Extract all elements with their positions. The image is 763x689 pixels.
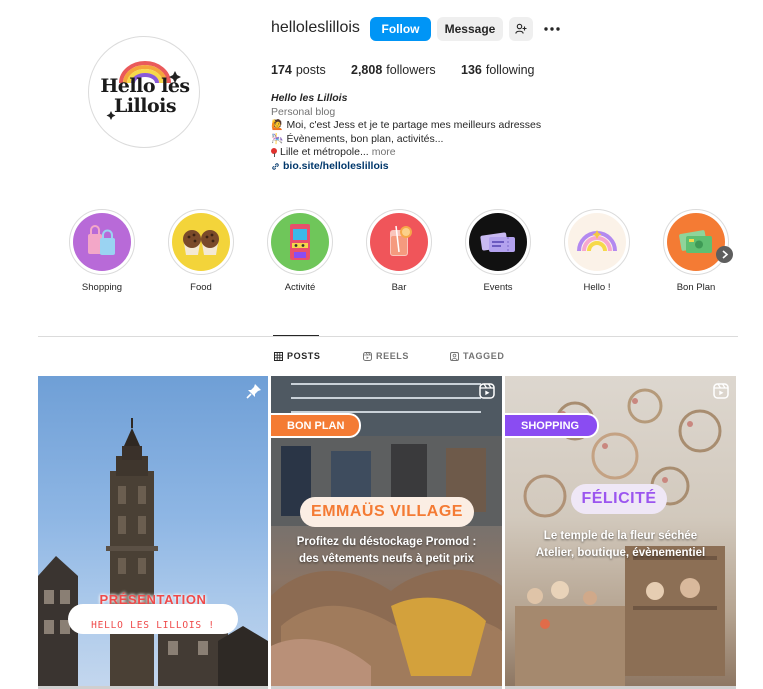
highlight-label: Shopping xyxy=(81,282,123,293)
tagged-icon xyxy=(450,351,459,361)
profile-category: Personal blog xyxy=(271,105,336,118)
reel-icon xyxy=(713,383,729,399)
presentation-card: HELLO LES LILLOIS ! xyxy=(68,604,238,634)
logo-text: Hello les Lillois xyxy=(89,75,199,117)
highlight-events[interactable]: Events xyxy=(463,209,533,293)
cocktail-icon xyxy=(370,213,428,271)
profile-username: helloleslillois xyxy=(271,19,360,36)
follow-button[interactable]: Follow xyxy=(370,17,431,41)
shopping-tag: SHOPPING xyxy=(505,413,599,438)
following-stat[interactable]: 136 following xyxy=(461,63,535,77)
tab-posts-label: POSTS xyxy=(287,351,321,361)
emmaus-caption: Profitez du déstockage Promod : des vête… xyxy=(271,534,502,568)
pinned-icon xyxy=(246,384,261,399)
highlight-label: Bon Plan xyxy=(676,282,716,293)
bio-line-3-text: Lille et métropole... xyxy=(280,146,369,158)
profile-bio: Hello les Lillois Personal blog 🙋 Moi, c… xyxy=(271,92,571,173)
tickets-icon xyxy=(469,213,527,271)
carousel-emoji-icon: 🎠 xyxy=(271,133,284,145)
grid-icon xyxy=(274,351,283,361)
bio-line-1: 🙋 Moi, c'est Jess et je te partage mes m… xyxy=(271,119,571,133)
logo-line-1: Hello les xyxy=(100,75,190,97)
bio-more-link[interactable]: more xyxy=(372,146,396,160)
posts-count: 174 xyxy=(271,63,292,77)
chevron-right-icon xyxy=(721,250,728,259)
profile-avatar[interactable]: Hello les Lillois xyxy=(88,36,200,148)
logo-line-2: Lillois xyxy=(113,95,177,117)
highlights-next-button[interactable] xyxy=(716,246,733,263)
highlight-label: Activité xyxy=(284,282,316,293)
presentation-subtitle: HELLO LES LILLOIS ! xyxy=(91,619,215,631)
highlight-food[interactable]: Food xyxy=(166,209,236,293)
felicite-caption-line-2: Atelier, boutique, évènementiel xyxy=(535,547,706,559)
tabs-divider xyxy=(38,336,738,337)
felicite-caption: Le temple de la fleur séchée Atelier, bo… xyxy=(505,528,736,562)
presentation-title: PRÉSENTATION xyxy=(99,592,207,607)
active-tab-indicator xyxy=(273,335,319,336)
followers-stat[interactable]: 2,808 followers xyxy=(351,63,436,77)
highlight-label: Events xyxy=(483,282,513,293)
highlight-activite[interactable]: Activité xyxy=(265,209,335,293)
bio-line-1-text: Moi, c'est Jess et je te partage mes mei… xyxy=(286,119,542,131)
add-user-icon xyxy=(515,23,527,34)
more-options-icon[interactable] xyxy=(543,23,561,35)
bio-line-2-text: Évènements, bon plan, activités... xyxy=(286,132,444,145)
following-label: following xyxy=(485,63,535,77)
suggest-user-button[interactable] xyxy=(509,17,533,41)
link-icon xyxy=(272,163,279,170)
highlight-label: Hello ! xyxy=(583,282,611,293)
rainbow-icon xyxy=(568,213,626,271)
reel-icon xyxy=(479,383,495,399)
bio-line-2: 🎠 Évènements, bon plan, activités... xyxy=(271,133,571,147)
following-count: 136 xyxy=(461,63,482,77)
tab-reels[interactable]: REELS xyxy=(363,351,409,361)
emmaus-caption-line-1: Profitez du déstockage Promod : xyxy=(296,536,477,548)
bon-plan-tag: BON PLAN xyxy=(271,413,361,438)
money-card-icon xyxy=(667,213,725,271)
message-button[interactable]: Message xyxy=(437,17,503,41)
posts-label: posts xyxy=(295,63,326,77)
tab-reels-label: REELS xyxy=(376,351,410,361)
highlight-label: Food xyxy=(190,282,212,293)
followers-count: 2,808 xyxy=(351,63,383,77)
highlight-label: Bar xyxy=(391,282,407,293)
post-presentation[interactable] xyxy=(38,376,268,689)
emmaus-caption-line-2: des vêtements neufs à petit prix xyxy=(298,553,475,565)
highlight-hello[interactable]: Hello ! xyxy=(562,209,632,293)
emmaus-title-pill: EMMAÜS VILLAGE xyxy=(300,497,474,527)
felicite-caption-line-1: Le temple de la fleur séchée xyxy=(543,530,698,542)
profile-full-name: Hello les Lillois xyxy=(271,92,348,104)
highlight-bar[interactable]: Bar xyxy=(364,209,434,293)
belfry-illustration xyxy=(38,418,268,689)
tab-tagged-label: TAGGED xyxy=(463,351,505,361)
posts-stat: 174 posts xyxy=(271,63,326,77)
bio-line-3: Lille et métropole... more xyxy=(271,146,571,160)
muffins-icon xyxy=(172,213,230,271)
bio-link-row[interactable]: bio.site/helloleslillois xyxy=(271,160,571,174)
bio-link[interactable]: bio.site/helloleslillois xyxy=(283,160,389,174)
highlight-shopping[interactable]: Shopping xyxy=(67,209,137,293)
tab-tagged[interactable]: TAGGED xyxy=(450,351,504,361)
arcade-machine-icon xyxy=(271,213,329,271)
followers-label: followers xyxy=(386,63,436,77)
pin-emoji-icon xyxy=(271,148,277,158)
tab-posts[interactable]: POSTS xyxy=(274,351,321,361)
shopping-bags-icon xyxy=(73,213,131,271)
woman-emoji-icon: 🙋 xyxy=(271,120,284,131)
felicite-title-pill: FÉLICITÉ xyxy=(571,484,667,514)
reels-icon xyxy=(363,351,372,361)
